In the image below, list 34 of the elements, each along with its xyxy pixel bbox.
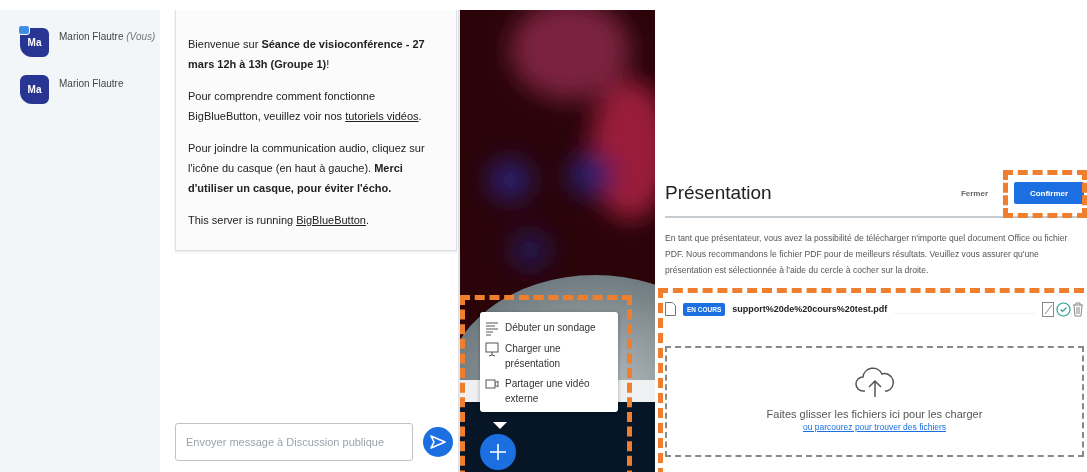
monitor-icon <box>485 342 499 357</box>
message-text: This server is running BigBlueButton. <box>188 213 370 228</box>
user-avatar: Ma <box>20 28 49 57</box>
camera-icon <box>485 377 499 392</box>
file-name: support%20de%20cours%20test.pdf <box>732 304 888 314</box>
check-circle-icon[interactable] <box>1056 301 1071 317</box>
browse-link[interactable]: ou parcourez pour trouver des fichiers <box>802 422 947 432</box>
user-name[interactable]: Marion Flautre <box>59 75 124 89</box>
message-field[interactable]: Envoyer message à Discussion publique <box>175 423 413 461</box>
send-icon <box>430 435 446 449</box>
list-icon <box>485 321 499 336</box>
user-name[interactable]: Marion Flautre (Vous) <box>59 28 156 42</box>
trash-icon <box>1072 301 1084 317</box>
cloud-upload-icon <box>854 366 895 398</box>
menu-item[interactable]: Partager une vidéo externe <box>505 376 612 406</box>
message-text: Pour joindre la communication audio, cliquez sur l'icône du casque (en haut à gauche). Merci d'utiliser un casque, pour éviter l'écho. <box>188 141 426 196</box>
edit-icon <box>1042 301 1055 317</box>
send-button[interactable] <box>423 427 453 457</box>
drop-zone-text: Faites glisser les fichiers ici pour les charger <box>766 408 983 420</box>
drop-zone[interactable]: Faites glisser les fichiers ici pour les charger ou parcourez pour trouver des fichiers <box>665 346 1084 457</box>
menu-item[interactable]: Charger une présentation <box>505 341 612 371</box>
presenter-icon <box>18 25 30 35</box>
message-text: Bienvenue sur Séance de visioconférence - 27 mars 12h à 13h (Groupe 1)! <box>188 37 426 72</box>
description-text: En tant que présentateur, vous avez la possibilité de télécharger n'importe quel document Office ou fichier PDF. Nous recommandons le fichier PDF pour de meilleurs résultats. Veuillez vous assurer qu'une présentation est sélectionnée à l'aide du cercle à cocher sur la droite. <box>665 232 1069 277</box>
link[interactable]: BigBlueButton <box>296 214 366 226</box>
message-text: Pour comprendre comment fonctionne BigBlueButton, veuillez voir nos tutoriels vidéos. <box>188 89 423 124</box>
user-avatar: Ma <box>20 75 49 104</box>
link[interactable]: tutoriels vidéos <box>345 110 419 122</box>
close-button[interactable]: Fermer <box>960 188 988 198</box>
plus-icon <box>489 443 507 461</box>
modal-title: Présentation <box>665 182 773 204</box>
confirm-button[interactable]: Confirmer <box>1014 182 1084 204</box>
file-icon <box>665 302 676 316</box>
menu-item[interactable]: Débuter un sondage <box>505 320 596 335</box>
